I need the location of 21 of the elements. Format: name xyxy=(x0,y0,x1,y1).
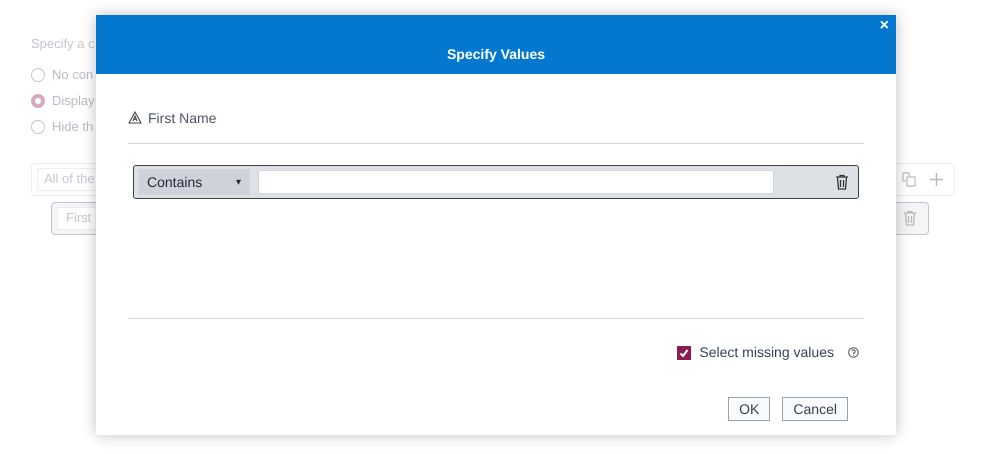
help-icon[interactable] xyxy=(848,347,859,358)
missing-values-checkbox[interactable] xyxy=(677,346,692,360)
dialog-button[interactable]: OK xyxy=(728,397,770,421)
prompt-text: Specify a c xyxy=(31,35,95,53)
close-button[interactable]: × xyxy=(880,18,889,34)
radio-button[interactable] xyxy=(31,68,45,82)
dialog-title: Specify Values xyxy=(446,45,546,64)
radio-label: Display xyxy=(52,92,95,110)
copy-icon[interactable] xyxy=(902,172,916,186)
missing-values-label: Select missing values xyxy=(699,343,834,362)
trash-icon[interactable] xyxy=(835,174,849,190)
operator-dropdown[interactable]: Contains ▾ xyxy=(138,169,250,195)
radio-button[interactable] xyxy=(31,94,45,108)
text-column-icon xyxy=(128,111,142,125)
radio-label: Hide th xyxy=(52,118,94,136)
dialog-button[interactable]: Cancel xyxy=(782,397,848,421)
column-name: First Name xyxy=(148,108,216,128)
radio-label: No con xyxy=(52,66,94,84)
value-input[interactable] xyxy=(258,170,774,194)
plus-icon[interactable] xyxy=(930,172,943,186)
radio-button[interactable] xyxy=(31,120,45,134)
